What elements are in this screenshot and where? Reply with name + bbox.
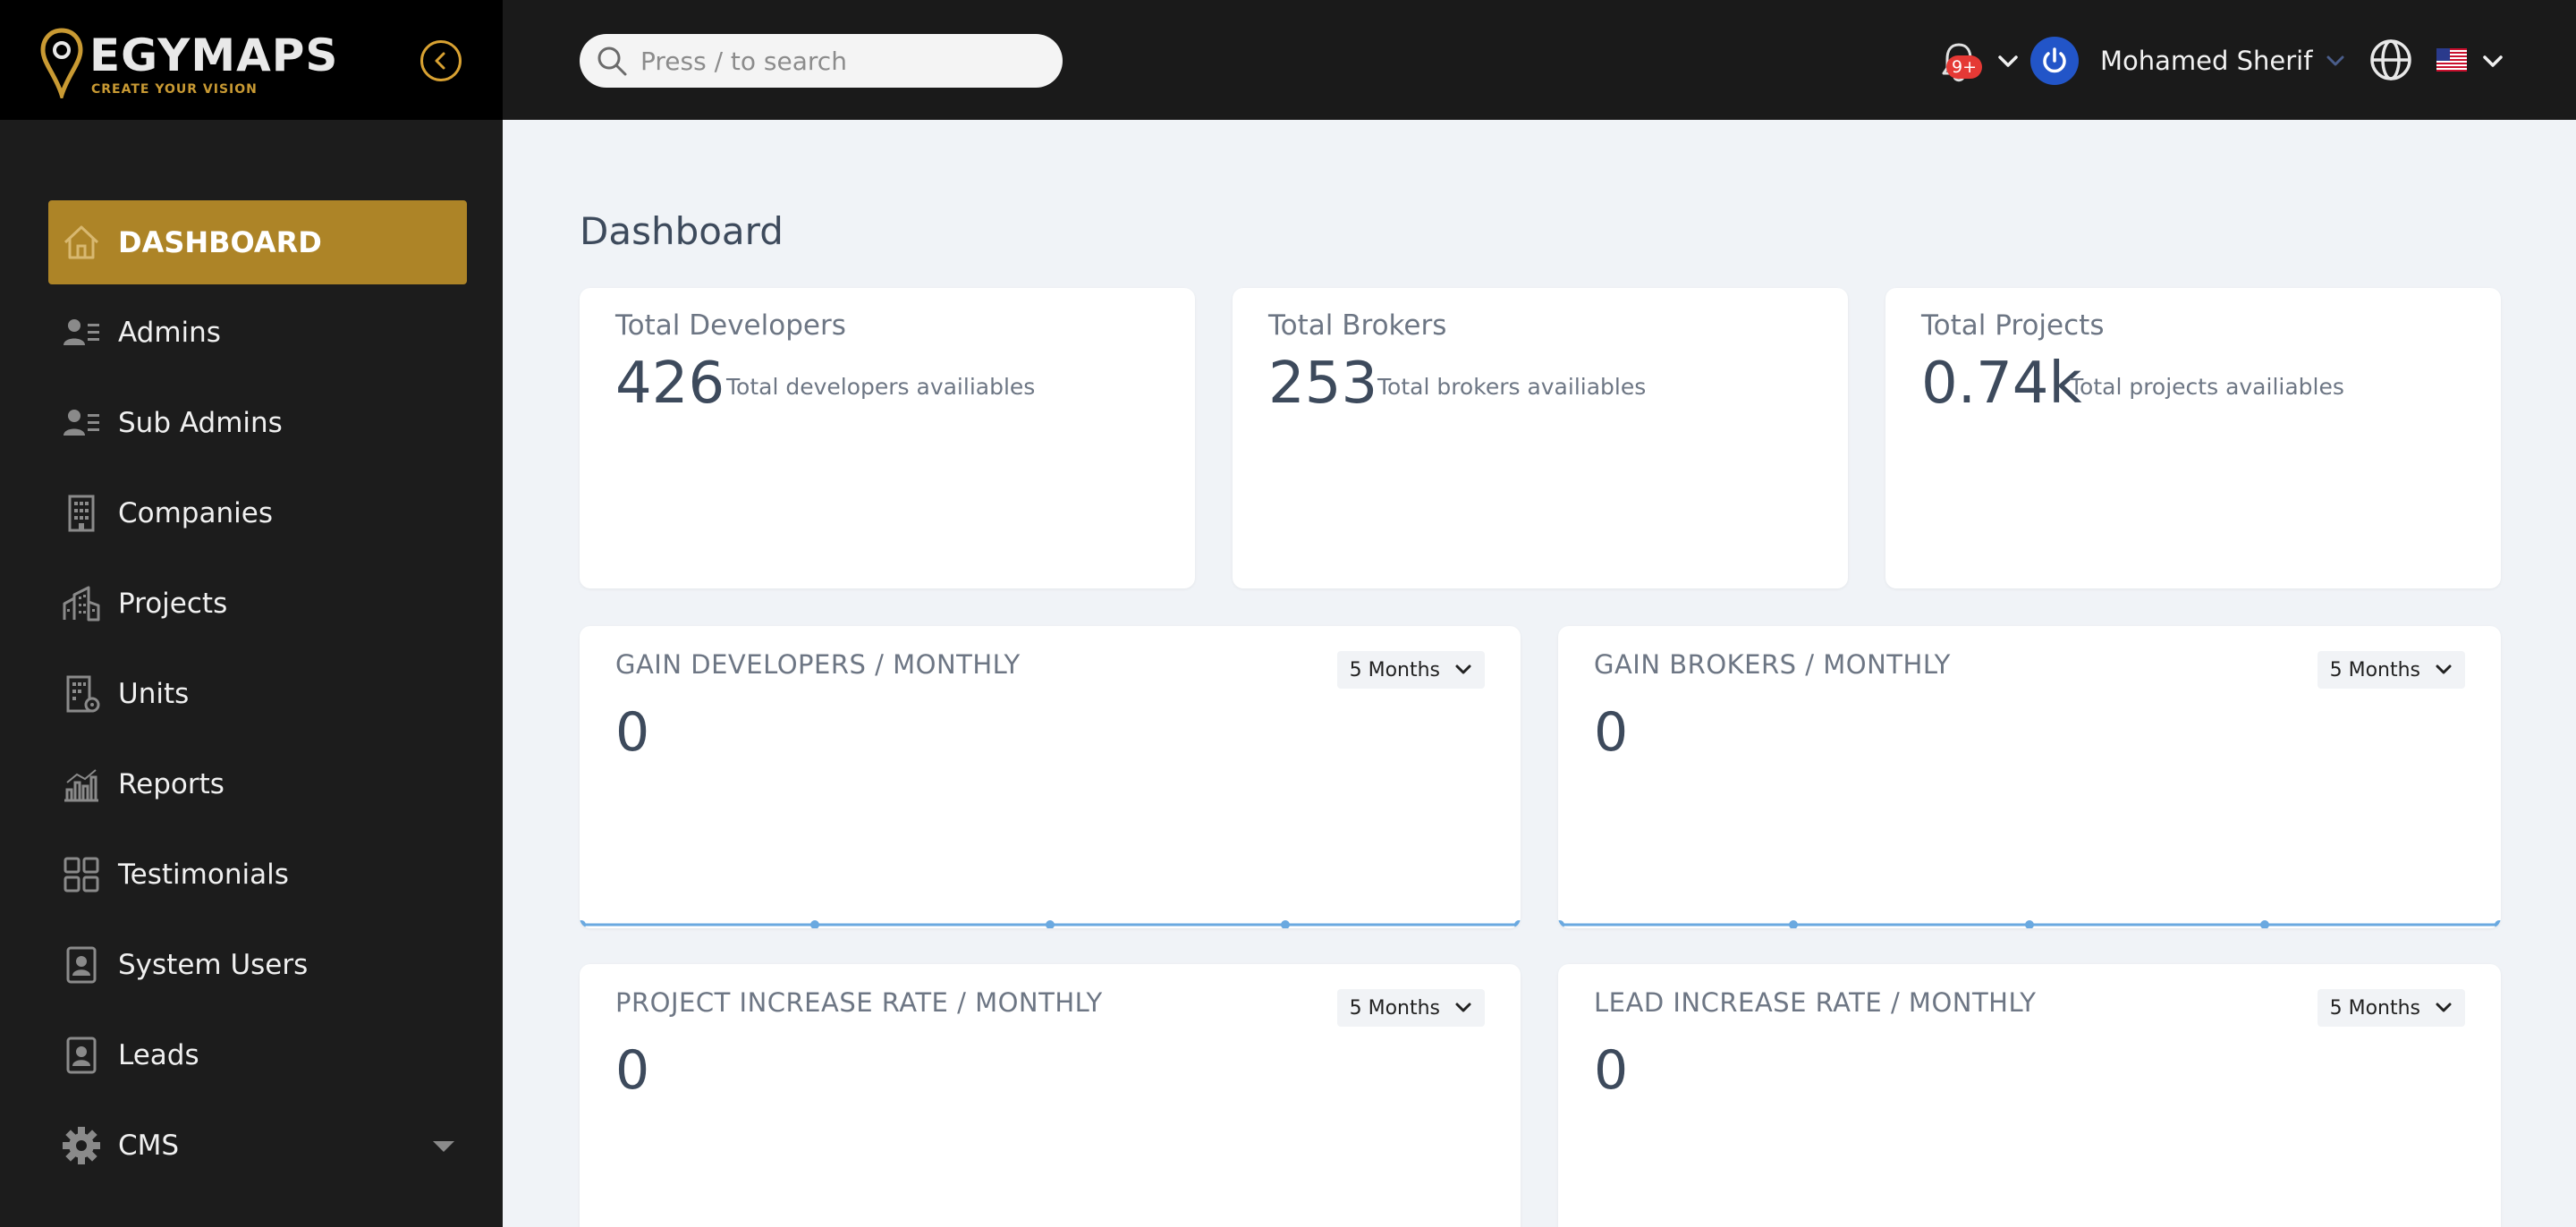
period-select-value: 5 Months <box>1349 996 1440 1020</box>
chart-value: 0 <box>1594 1039 1629 1102</box>
chevron-down-icon <box>1455 1003 1471 1012</box>
stat-value: 426 <box>615 351 725 417</box>
bar-chart-icon <box>59 762 104 807</box>
sidebar-item-testimonials[interactable]: Testimonials <box>48 833 467 917</box>
sidebar-item-label: Testimonials <box>118 859 289 891</box>
sidebar-item-label: Leads <box>118 1039 199 1071</box>
page-title: Dashboard <box>580 209 784 253</box>
chart-card-lead-increase: LEAD INCREASE RATE / MONTHLY 0 5 Months <box>1558 964 2501 1227</box>
sidebar-item-label: Companies <box>118 497 273 529</box>
power-icon <box>2030 37 2079 85</box>
sparkline <box>580 920 1521 928</box>
globe-icon[interactable] <box>2367 36 2415 84</box>
sidebar-item-label: Units <box>118 678 190 710</box>
building-icon <box>59 491 104 536</box>
chart-title: GAIN BROKERS / MONTHLY <box>1594 649 1951 680</box>
notification-badge: 9+ <box>1946 55 1983 79</box>
logo-word-right: MAPS <box>191 30 339 81</box>
stat-card-developers: Total Developers 426 Total developers av… <box>580 288 1195 588</box>
stat-description: Total brokers availiables <box>1377 374 1647 400</box>
chart-title: PROJECT INCREASE RATE / MONTHLY <box>615 987 1103 1018</box>
period-select[interactable]: 5 Months <box>1336 651 1485 689</box>
chart-card-gain-developers: GAIN DEVELOPERS / MONTHLY 0 5 Months <box>580 626 1521 928</box>
stat-description: Total projects availiables <box>2070 374 2344 400</box>
sidebar-item-cms[interactable]: CMS <box>48 1104 467 1188</box>
sidebar-item-label: Projects <box>118 588 228 620</box>
chart-value: 0 <box>615 1039 650 1102</box>
sidebar-item-label: CMS <box>118 1130 180 1162</box>
chevron-down-icon <box>1455 664 1471 674</box>
home-icon <box>59 220 104 265</box>
search-icon <box>597 47 627 76</box>
chevron-down-icon <box>2326 55 2344 66</box>
chart-card-gain-brokers: GAIN BROKERS / MONTHLY 0 5 Months <box>1558 626 2501 928</box>
stat-value: 253 <box>1268 351 1378 417</box>
id-card-icon <box>59 943 104 987</box>
stat-title: Total Developers <box>615 309 846 342</box>
sidebar-item-companies[interactable]: Companies <box>48 471 467 555</box>
lead-line-chart <box>1558 1152 2501 1227</box>
period-select-value: 5 Months <box>2329 996 2420 1020</box>
sidebar-item-label: Reports <box>118 768 225 800</box>
us-flag-icon[interactable] <box>2436 48 2467 72</box>
caret-down-icon <box>433 1141 454 1152</box>
sidebar-nav: DASHBOARD Admins Sub Admins Companies Pr… <box>48 200 467 1194</box>
sidebar-item-dashboard[interactable]: DASHBOARD <box>48 200 467 284</box>
chart-title: LEAD INCREASE RATE / MONTHLY <box>1594 987 2037 1018</box>
sub-admins-icon <box>59 401 104 445</box>
location-pin-icon <box>40 28 83 98</box>
search-box[interactable] <box>580 34 1063 88</box>
sparkline <box>1558 920 2501 928</box>
topbar: 9+ Mohamed Sherif <box>503 0 2576 120</box>
logo-word-left: EGY <box>89 30 191 81</box>
chart-card-project-increase: PROJECT INCREASE RATE / MONTHLY 0 5 Mont… <box>580 964 1521 1227</box>
admins-icon <box>59 310 104 355</box>
chevron-left-icon <box>435 52 445 70</box>
stat-card-projects: Total Projects 0.74k Total projects avai… <box>1885 288 2501 588</box>
sidebar-item-label: DASHBOARD <box>118 225 322 259</box>
logo-wordmark: EGYMAPS <box>89 29 338 82</box>
chevron-down-icon[interactable] <box>2481 49 2504 72</box>
stat-description: Total developers availiables <box>726 374 1036 400</box>
sidebar-item-system-users[interactable]: System Users <box>48 923 467 1007</box>
logo[interactable]: EGYMAPS CREATE YOUR VISION <box>39 25 343 100</box>
sidebar-item-label: System Users <box>118 949 309 981</box>
sidebar-item-projects[interactable]: Projects <box>48 562 467 646</box>
chart-title: GAIN DEVELOPERS / MONTHLY <box>615 649 1021 680</box>
period-select[interactable]: 5 Months <box>1336 989 1485 1027</box>
period-select[interactable]: 5 Months <box>2317 651 2465 689</box>
sidebar-item-units[interactable]: Units <box>48 652 467 736</box>
period-select[interactable]: 5 Months <box>2317 989 2465 1027</box>
stat-card-brokers: Total Brokers 253 Total brokers availiab… <box>1233 288 1848 588</box>
sidebar: EGYMAPS CREATE YOUR VISION DASHBOARD Adm… <box>0 0 503 1227</box>
brand-bar: EGYMAPS CREATE YOUR VISION <box>0 0 503 120</box>
chevron-down-icon <box>2436 1003 2452 1012</box>
search-input[interactable] <box>640 46 1034 76</box>
notifications-button[interactable]: 9+ <box>1934 38 1984 88</box>
user-menu[interactable]: Mohamed Sherif <box>2030 36 2346 86</box>
sidebar-item-reports[interactable]: Reports <box>48 742 467 826</box>
sidebar-item-leads[interactable]: Leads <box>48 1013 467 1097</box>
id-badge-icon <box>59 1033 104 1078</box>
user-name: Mohamed Sherif <box>2100 46 2313 76</box>
grid-icon <box>59 852 104 897</box>
sidebar-item-label: Admins <box>118 317 221 349</box>
chart-value: 0 <box>1594 701 1629 764</box>
stat-value: 0.74k <box>1921 351 2082 417</box>
chevron-down-icon[interactable] <box>1996 49 2020 72</box>
stat-title: Total Brokers <box>1268 309 1447 342</box>
unit-building-icon <box>59 672 104 716</box>
stat-title: Total Projects <box>1921 309 2105 342</box>
sidebar-item-sub-admins[interactable]: Sub Admins <box>48 381 467 465</box>
collapse-sidebar-button[interactable] <box>420 40 462 81</box>
period-select-value: 5 Months <box>2329 658 2420 681</box>
city-icon <box>59 581 104 626</box>
sidebar-item-admins[interactable]: Admins <box>48 291 467 375</box>
gear-icon <box>59 1123 104 1168</box>
logo-tagline: CREATE YOUR VISION <box>91 82 258 97</box>
chevron-down-icon <box>2436 664 2452 674</box>
sidebar-item-label: Sub Admins <box>118 407 283 439</box>
chart-value: 0 <box>615 701 650 764</box>
period-select-value: 5 Months <box>1349 658 1440 681</box>
